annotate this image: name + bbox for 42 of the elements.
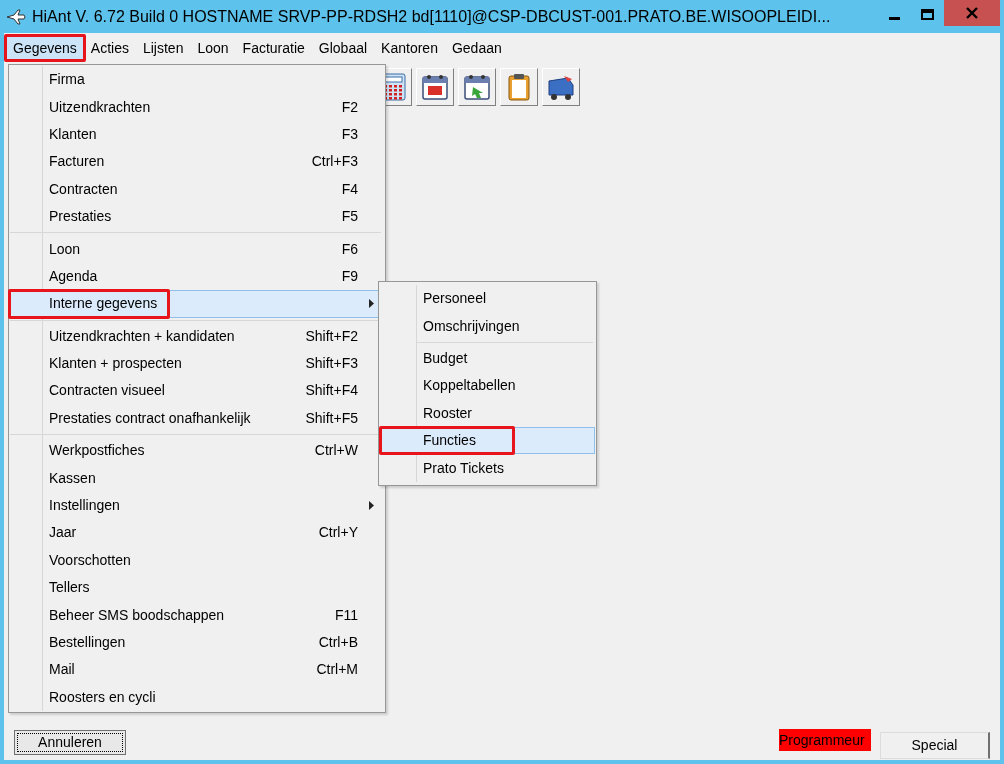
menu-bar-item[interactable]: Gegevens bbox=[6, 36, 84, 60]
menu-bar-item[interactable]: Facturatie bbox=[235, 36, 312, 60]
cancel-button[interactable]: Annuleren bbox=[14, 729, 126, 755]
toolbar-button[interactable] bbox=[458, 68, 496, 106]
menu-item[interactable]: Firma bbox=[9, 66, 385, 94]
menu-item[interactable]: Uitzendkrachten F2 bbox=[9, 93, 385, 121]
airplane-icon bbox=[6, 8, 26, 25]
menu-item[interactable]: Mail Ctrl+M bbox=[9, 656, 385, 684]
menu-item[interactable]: Beheer SMS boodschappen F11 bbox=[9, 601, 385, 629]
role-badge: Programmeur bbox=[779, 729, 871, 751]
special-button[interactable]: Special bbox=[880, 731, 990, 759]
submenu-item[interactable]: Functies bbox=[380, 426, 595, 455]
menu-bar-item[interactable]: Acties bbox=[83, 36, 136, 60]
submenu-item[interactable]: Budget bbox=[380, 344, 595, 373]
menu-item[interactable]: Instellingen bbox=[9, 491, 385, 520]
window-title: HiAnt V. 6.72 Build 0 HOSTNAME SRVP-PP-RDSH2 bd[1110]@CSP-DBCUST-001.PRATO.BE.WISOOPLEIDI... bbox=[32, 6, 831, 27]
menu-item[interactable]: Roosters en cycli bbox=[9, 683, 385, 711]
menu-item[interactable]: Voorschotten bbox=[9, 546, 385, 575]
submenu-item[interactable]: Prato Tickets bbox=[380, 454, 595, 482]
menu-bar-item[interactable]: Loon bbox=[190, 36, 236, 60]
close-icon bbox=[966, 7, 978, 19]
calendar-icon bbox=[421, 73, 449, 101]
menu-item[interactable]: Contracten F4 bbox=[9, 175, 385, 203]
menu-item[interactable]: Facturen Ctrl+F3 bbox=[9, 148, 385, 176]
menu-bar-item[interactable]: Lijsten bbox=[135, 36, 191, 60]
toolbar-button[interactable] bbox=[416, 68, 454, 106]
toolbar-button[interactable] bbox=[542, 68, 580, 106]
menu-bar-item[interactable]: Gedaan bbox=[444, 36, 509, 60]
menu-item[interactable]: Loon F6 bbox=[9, 235, 385, 263]
menu-bar-item[interactable]: Kantoren bbox=[374, 36, 445, 60]
menu-item[interactable]: Klanten F3 bbox=[9, 120, 385, 149]
menu-item[interactable]: Bestellingen Ctrl+B bbox=[9, 628, 385, 657]
menu-item[interactable]: Jaar Ctrl+Y bbox=[9, 519, 385, 547]
toolbar-button[interactable] bbox=[500, 68, 538, 106]
clipboard-icon bbox=[507, 73, 531, 101]
menu-item[interactable]: Tellers bbox=[9, 574, 385, 602]
menu-item[interactable]: Prestaties F5 bbox=[9, 202, 385, 231]
submenu-item[interactable]: Koppeltabellen bbox=[380, 372, 595, 400]
submenu-item[interactable]: Rooster bbox=[380, 399, 595, 427]
menu-bar-item[interactable]: Globaal bbox=[311, 36, 375, 60]
cart-icon bbox=[546, 73, 576, 101]
close-button[interactable] bbox=[944, 0, 1000, 26]
